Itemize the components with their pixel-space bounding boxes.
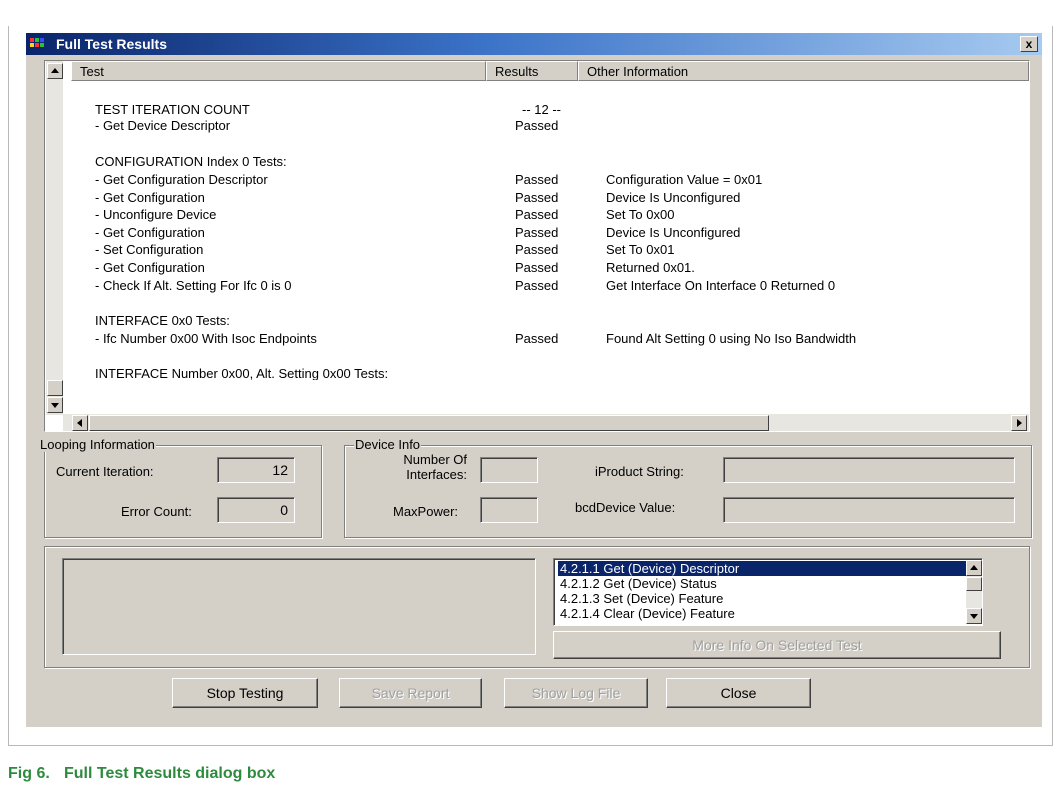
- scroll-right-button[interactable]: [1011, 415, 1027, 431]
- error-count-label: Error Count:: [121, 504, 192, 519]
- table-row[interactable]: - Get Configuration Passed Device Is Unc…: [71, 225, 1026, 242]
- table-row[interactable]: - Get Device Descriptor Passed: [71, 118, 1026, 135]
- error-count-field: 0: [217, 497, 295, 523]
- app-icon: [30, 38, 44, 50]
- list-item[interactable]: 4.2.1.4 Clear (Device) Feature: [558, 606, 977, 621]
- list-item[interactable]: 4.2.1.3 Set (Device) Feature: [558, 591, 977, 606]
- scroll-down-button[interactable]: [47, 397, 63, 413]
- column-header-test[interactable]: Test: [71, 61, 486, 81]
- table-row[interactable]: - Get Configuration Passed Device Is Unc…: [71, 190, 1026, 207]
- title-bar[interactable]: Full Test Results x: [26, 33, 1042, 55]
- table-row[interactable]: CONFIGURATION Index 0 Tests:: [71, 154, 1026, 171]
- list-item[interactable]: 4.2.1.2 Get (Device) Status: [558, 576, 977, 591]
- stop-testing-button[interactable]: Stop Testing: [172, 678, 318, 708]
- max-power-field: [480, 497, 538, 523]
- results-listview[interactable]: Test Results Other Information TEST ITER…: [44, 60, 1030, 432]
- figure-number: Fig 6.: [8, 765, 50, 782]
- number-of-interfaces-label: Number Of Interfaces:: [403, 452, 467, 482]
- max-power-label: MaxPower:: [393, 504, 459, 519]
- table-row[interactable]: INTERFACE 0x0 Tests:: [71, 313, 1026, 330]
- dialog-title: Full Test Results: [56, 36, 167, 52]
- column-header-results[interactable]: Results: [486, 61, 578, 81]
- current-iteration-label: Current Iteration:: [56, 464, 154, 479]
- arrow-right-icon: [1017, 419, 1022, 427]
- bcddevice-value-label: bcdDevice Value:: [575, 500, 676, 515]
- device-info-legend: Device Info: [354, 437, 422, 452]
- list-item[interactable]: 4.2.1.1 Get (Device) Descriptor: [558, 561, 977, 576]
- column-header-other-info[interactable]: Other Information: [578, 61, 1029, 81]
- arrow-up-icon: [970, 565, 978, 570]
- close-button[interactable]: Close: [666, 678, 811, 708]
- full-test-results-dialog: Full Test Results x Test Results Other I…: [26, 33, 1042, 727]
- device-info-group: Device Info Number Of Interfaces: MaxPow…: [344, 437, 1032, 538]
- arrow-down-icon: [51, 403, 59, 408]
- table-row[interactable]: - Get Configuration Descriptor Passed Co…: [71, 172, 1026, 189]
- figure-title: Full Test Results dialog box: [64, 765, 276, 782]
- table-row[interactable]: - Check If Alt. Setting For Ifc 0 is 0 P…: [71, 278, 1026, 295]
- save-report-button[interactable]: Save Report: [339, 678, 482, 708]
- show-log-file-button[interactable]: Show Log File: [504, 678, 648, 708]
- listbox-scroll-down-button[interactable]: [966, 608, 982, 624]
- horizontal-scroll-thumb[interactable]: [89, 415, 769, 431]
- current-iteration-field: 12: [217, 457, 295, 483]
- scroll-left-button[interactable]: [72, 415, 88, 431]
- bcddevice-value-field: [723, 497, 1015, 523]
- figure-caption: Fig 6. Full Test Results dialog box: [8, 765, 275, 783]
- arrow-down-icon: [970, 614, 978, 619]
- iproduct-string-label: iProduct String:: [595, 464, 684, 479]
- close-window-button[interactable]: x: [1020, 36, 1038, 52]
- table-row[interactable]: INTERFACE Number 0x00, Alt. Setting 0x00…: [71, 366, 1026, 380]
- results-rows: TEST ITERATION COUNT -- 12 -- - Get Devi…: [71, 81, 1026, 420]
- table-row[interactable]: - Get Configuration Passed Returned 0x01…: [71, 260, 1026, 277]
- table-row[interactable]: - Set Configuration Passed Set To 0x01: [71, 242, 1026, 259]
- scroll-thumb[interactable]: [47, 380, 63, 396]
- listbox-scroll-thumb[interactable]: [966, 577, 982, 591]
- arrow-left-icon: [77, 419, 82, 427]
- arrow-up-icon: [51, 68, 59, 73]
- iproduct-string-field: [723, 457, 1015, 483]
- looping-information-group: Looping Information Current Iteration: 1…: [39, 437, 322, 538]
- more-info-button[interactable]: More Info On Selected Test: [553, 631, 1001, 659]
- number-of-interfaces-field: [480, 457, 538, 483]
- table-row[interactable]: - Unconfigure Device Passed Set To 0x00: [71, 207, 1026, 224]
- table-row[interactable]: - Ifc Number 0x00 With Isoc Endpoints Pa…: [71, 331, 1026, 348]
- close-icon: x: [1025, 36, 1033, 51]
- test-details-box: [62, 558, 536, 655]
- scroll-up-button[interactable]: [47, 63, 63, 79]
- table-row[interactable]: TEST ITERATION COUNT -- 12 --: [71, 102, 1026, 119]
- test-selection-listbox[interactable]: 4.2.1.1 Get (Device) Descriptor 4.2.1.2 …: [553, 558, 983, 626]
- listbox-scroll-up-button[interactable]: [966, 560, 982, 576]
- vertical-scrollbar[interactable]: [46, 61, 63, 415]
- looping-information-legend: Looping Information: [39, 437, 156, 452]
